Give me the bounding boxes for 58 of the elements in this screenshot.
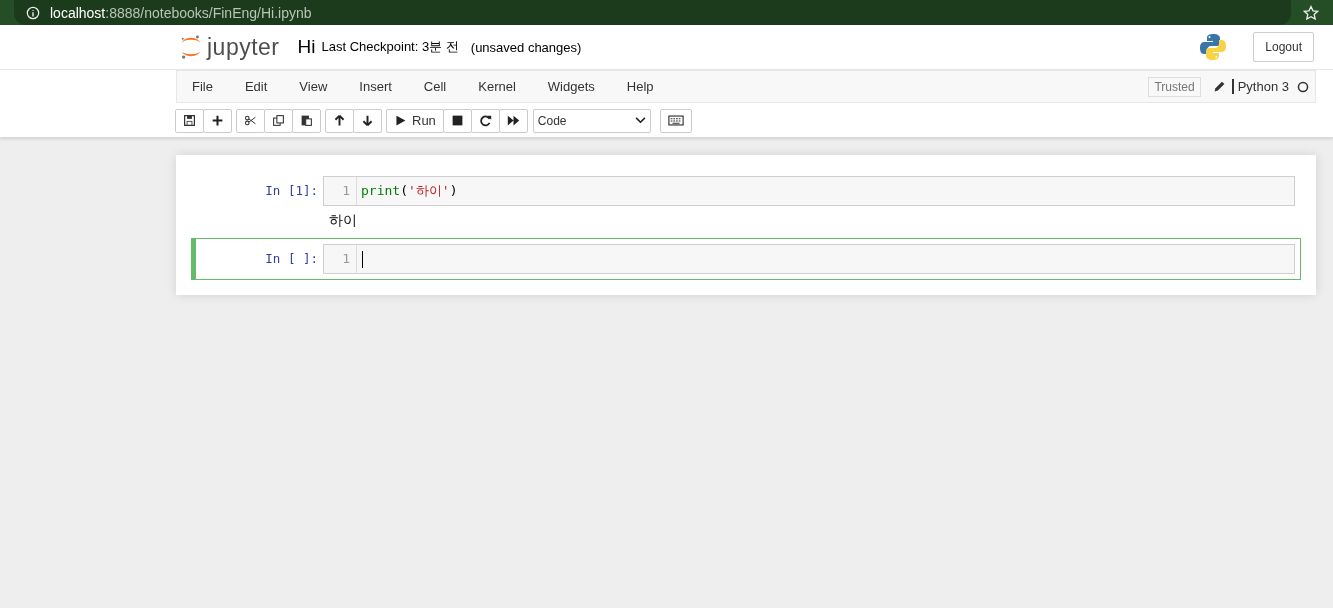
menu-item[interactable]: Insert: [344, 79, 407, 94]
cut-button[interactable]: [236, 108, 265, 133]
fast-forward-button[interactable]: [498, 108, 528, 133]
logout-button[interactable]: Logout: [1253, 32, 1314, 62]
input-prompt: In [ ]:: [264, 250, 319, 268]
cell-output: 하이: [328, 211, 358, 230]
url-field[interactable]: localhost:8888/notebooks/FinEng/Hi.ipynb: [14, 0, 1291, 25]
bookmark-star-icon[interactable]: [1303, 4, 1319, 21]
run-button[interactable]: Run: [386, 108, 444, 133]
menu-item[interactable]: Widgets: [532, 79, 610, 94]
checkpoint-status: Last Checkpoint: 3분 전: [321, 38, 459, 56]
autosave-status: (unsaved changes): [470, 39, 582, 55]
keyboard-icon: [667, 115, 684, 126]
kernel-idle-icon: [1297, 80, 1309, 93]
fast-forward-icon: [506, 114, 520, 127]
up-arrow-icon: [333, 114, 346, 127]
paste-icon: [300, 114, 313, 127]
python-logo-icon: [1199, 33, 1228, 61]
stop-icon: [450, 114, 464, 127]
menu-item[interactable]: Cell: [408, 79, 462, 94]
down-arrow-icon: [361, 114, 374, 127]
save-icon: [183, 114, 196, 127]
move-down-button[interactable]: [353, 108, 382, 133]
line-number: 1: [324, 177, 357, 205]
restart-button[interactable]: [470, 108, 500, 133]
restart-icon: [478, 114, 492, 127]
chevron-down-icon: [634, 117, 646, 124]
play-icon: [394, 114, 407, 127]
stop-button[interactable]: [442, 108, 472, 133]
code-line: print('하이'): [361, 182, 458, 200]
keyboard-button[interactable]: [659, 108, 692, 133]
pencil-icon[interactable]: [1212, 80, 1226, 93]
jupyter-logo-icon: [180, 34, 202, 60]
plus-icon: [211, 114, 224, 127]
menu-item[interactable]: File: [177, 79, 228, 94]
cell-type-dropdown[interactable]: Code: [532, 108, 651, 133]
trusted-indicator[interactable]: Trusted: [1148, 76, 1201, 97]
jupyter-logo-text[interactable]: jupyter: [207, 33, 280, 61]
scissors-icon: [244, 114, 257, 127]
notebook-title[interactable]: Hi: [297, 36, 316, 58]
text-cursor: [362, 250, 363, 268]
info-icon: [26, 5, 40, 20]
paste-button[interactable]: [292, 108, 321, 133]
copy-button[interactable]: [264, 108, 293, 133]
menu-item[interactable]: Kernel: [463, 79, 531, 94]
copy-icon: [272, 114, 285, 127]
move-up-button[interactable]: [325, 108, 354, 133]
line-number: 1: [324, 245, 357, 273]
menu-item[interactable]: Edit: [229, 79, 283, 94]
code-cell[interactable]: In [ ]: 1: [191, 238, 1301, 280]
menu-item[interactable]: Help: [611, 79, 669, 94]
save-button[interactable]: [175, 108, 204, 133]
code-editor[interactable]: 1 print('하이'): [323, 176, 1295, 206]
input-prompt: In [1]:: [264, 182, 319, 200]
menu-item[interactable]: View: [284, 79, 343, 94]
add-cell-button[interactable]: [203, 108, 232, 133]
code-cell[interactable]: In [1]: 1 print('하이') 하이: [191, 170, 1301, 238]
kernel-name[interactable]: Python 3: [1231, 79, 1289, 94]
